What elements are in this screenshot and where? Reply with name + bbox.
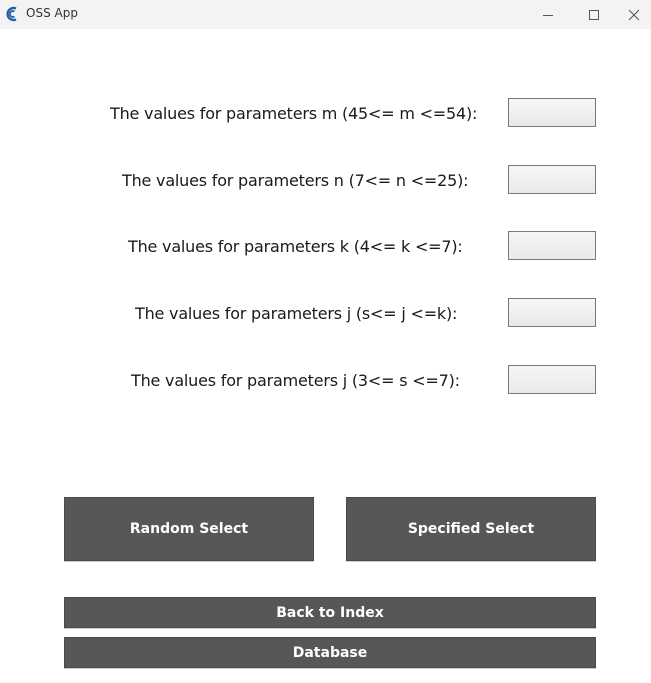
title-bar: OSS App <box>0 0 651 29</box>
param-m-input[interactable] <box>508 98 596 127</box>
random-select-button[interactable]: Random Select <box>64 497 314 561</box>
param-j-label: The values for parameters j (s<= j <=k): <box>135 304 458 323</box>
close-icon <box>628 9 640 20</box>
param-s-label: The values for parameters j (3<= s <=7): <box>131 371 460 390</box>
specified-select-button[interactable]: Specified Select <box>346 497 596 561</box>
maximize-button[interactable] <box>571 0 617 29</box>
param-j-input[interactable] <box>508 298 596 327</box>
database-button[interactable]: Database <box>64 637 596 668</box>
close-button[interactable] <box>617 0 651 29</box>
param-m-label: The values for parameters m (45<= m <=54… <box>110 104 478 123</box>
param-k-input[interactable] <box>508 231 596 260</box>
back-to-index-button[interactable]: Back to Index <box>64 597 596 628</box>
param-s-input[interactable] <box>508 365 596 394</box>
window-title: OSS App <box>26 6 78 20</box>
minimize-button[interactable] <box>525 0 571 29</box>
maximize-icon <box>589 9 599 20</box>
minimize-icon <box>543 14 553 16</box>
param-n-input[interactable] <box>508 165 596 194</box>
param-k-label: The values for parameters k (4<= k <=7): <box>128 237 463 256</box>
oss-app-logo-icon <box>6 6 17 22</box>
param-n-label: The values for parameters n (7<= n <=25)… <box>122 171 469 190</box>
